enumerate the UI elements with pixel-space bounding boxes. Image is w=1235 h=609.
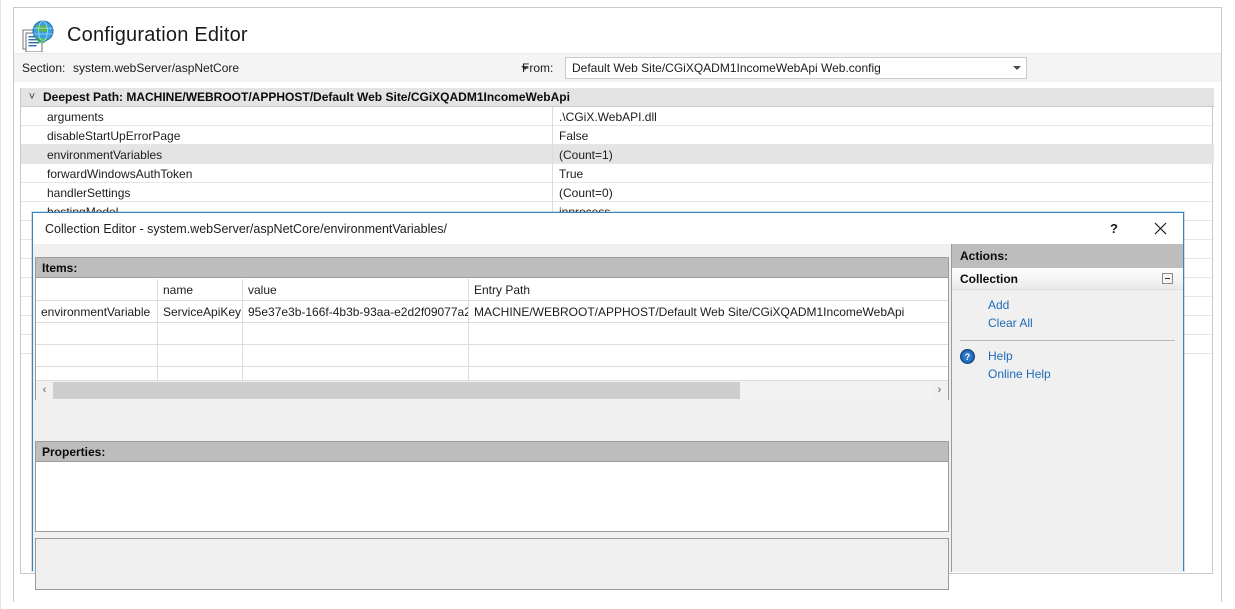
table-row[interactable]: [36, 323, 948, 345]
page-header: Configuration Editor: [14, 8, 1221, 53]
dialog-window-buttons: ?: [1091, 213, 1183, 244]
collection-editor-dialog: Collection Editor - system.webServer/asp…: [32, 212, 1184, 590]
table-row[interactable]: [36, 345, 948, 367]
section-label: Section:: [22, 61, 66, 75]
help-circle-icon: ?: [960, 349, 975, 364]
scroll-right-arrow-icon[interactable]: ›: [931, 380, 948, 400]
configuration-editor-window: Configuration Editor Section: system.web…: [0, 0, 1235, 609]
items-table-header: name value Entry Path: [36, 279, 948, 301]
help-button[interactable]: ?: [1091, 213, 1137, 244]
actions-links: Add Clear All ? Help Online Help: [952, 290, 1183, 383]
table-row[interactable]: forwardWindowsAuthToken True: [21, 164, 1214, 183]
question-mark-icon: ?: [1110, 221, 1118, 236]
table-row[interactable]: disableStartUpErrorPage False: [21, 126, 1214, 145]
cell-element[interactable]: environmentVariable: [36, 301, 158, 323]
actions-group-label: Collection: [960, 271, 1019, 286]
actions-panel: Actions: Collection Add Clear All ? Help…: [951, 244, 1183, 572]
table-row[interactable]: handlerSettings (Count=0): [21, 183, 1214, 202]
column-splitter[interactable]: [552, 145, 553, 164]
property-value[interactable]: False: [559, 129, 588, 143]
from-dropdown[interactable]: Default Web Site/CGiXQADM1IncomeWebApi W…: [565, 57, 1027, 79]
properties-caption: Properties:: [36, 442, 948, 462]
configuration-toolbar: Section: system.webServer/aspNetCore Fro…: [14, 53, 1221, 82]
scrollbar-track[interactable]: [53, 380, 931, 400]
from-label: From:: [522, 61, 554, 75]
property-value[interactable]: (Count=0): [559, 186, 613, 200]
cell-value[interactable]: [243, 323, 469, 345]
property-value[interactable]: (Count=1): [559, 148, 613, 162]
cell-element[interactable]: [36, 345, 158, 367]
property-name: handlerSettings: [47, 186, 131, 200]
window-edge-left-inner: [0, 0, 1, 609]
items-table: name value Entry Path environmentVariabl…: [36, 279, 948, 389]
property-name: environmentVariables: [47, 148, 163, 162]
cell-entry-path[interactable]: [469, 345, 948, 367]
action-help-row: ? Help Online Help: [952, 347, 1183, 383]
scroll-left-arrow-icon[interactable]: ‹: [36, 380, 53, 400]
column-header-element[interactable]: [36, 279, 158, 301]
column-splitter[interactable]: [552, 164, 553, 183]
property-name: arguments: [47, 110, 104, 124]
cell-name[interactable]: ServiceApiKey: [158, 301, 243, 323]
description-strip: [35, 538, 949, 590]
action-help-link[interactable]: Help: [952, 347, 1183, 365]
cell-element[interactable]: [36, 323, 158, 345]
table-row[interactable]: environmentVariable ServiceApiKey 95e37e…: [36, 301, 948, 323]
configuration-editor-icon: [22, 20, 60, 53]
grid-group-header-label: Deepest Path: MACHINE/WEBROOT/APPHOST/De…: [43, 90, 570, 104]
dialog-titlebar[interactable]: Collection Editor - system.webServer/asp…: [33, 213, 1183, 244]
cell-value[interactable]: [243, 345, 469, 367]
items-panel: Items: name value Entry Path environment…: [35, 257, 949, 400]
actions-caption: Actions:: [952, 244, 1183, 268]
properties-caption-label: Properties:: [42, 444, 106, 459]
page-title: Configuration Editor: [67, 24, 248, 46]
grid-group-header[interactable]: ˅ Deepest Path: MACHINE/WEBROOT/APPHOST/…: [21, 88, 1214, 107]
property-value[interactable]: .\CGiX.WebAPI.dll: [559, 110, 657, 124]
chevron-down-icon[interactable]: ˅: [21, 91, 43, 103]
scrollbar-thumb[interactable]: [53, 381, 740, 399]
column-splitter[interactable]: [552, 183, 553, 202]
action-clear-all-link[interactable]: Clear All: [952, 314, 1183, 332]
items-horizontal-scrollbar[interactable]: ‹ ›: [36, 380, 948, 400]
property-name: forwardWindowsAuthToken: [47, 167, 193, 181]
from-dropdown-value: Default Web Site/CGiXQADM1IncomeWebApi W…: [572, 61, 881, 75]
close-button[interactable]: [1137, 213, 1183, 244]
dialog-body: Items: name value Entry Path environment…: [33, 244, 1183, 590]
items-caption-label: Items:: [42, 260, 78, 275]
table-row[interactable]: arguments .\CGiX.WebAPI.dll: [21, 107, 1214, 126]
divider: [960, 340, 1175, 341]
action-add-link[interactable]: Add: [952, 296, 1183, 314]
pane-border-left: [13, 7, 14, 602]
column-splitter[interactable]: [552, 126, 553, 145]
section-dropdown-value: system.webServer/aspNetCore: [73, 61, 240, 75]
table-row[interactable]: environmentVariables (Count=1): [21, 145, 1214, 164]
section-dropdown[interactable]: system.webServer/aspNetCore: [69, 57, 534, 79]
property-name: disableStartUpErrorPage: [47, 129, 181, 143]
chevron-down-icon[interactable]: [1008, 58, 1026, 78]
svg-text:?: ?: [965, 352, 971, 362]
cell-name[interactable]: [158, 345, 243, 367]
column-header-name[interactable]: name: [158, 279, 243, 301]
items-caption: Items:: [36, 258, 948, 278]
action-online-help-link[interactable]: Online Help: [952, 365, 1183, 383]
column-header-entry-path[interactable]: Entry Path: [469, 279, 948, 301]
properties-body[interactable]: [36, 463, 948, 531]
column-splitter[interactable]: [552, 107, 553, 126]
actions-group-collection[interactable]: Collection: [952, 268, 1183, 290]
collapse-icon[interactable]: [1162, 273, 1173, 284]
pane-border-right: [1221, 7, 1222, 602]
close-icon: [1154, 222, 1166, 235]
properties-panel: Properties:: [35, 441, 949, 532]
cell-name[interactable]: [158, 323, 243, 345]
property-value[interactable]: True: [559, 167, 583, 181]
cell-entry-path[interactable]: MACHINE/WEBROOT/APPHOST/Default Web Site…: [469, 301, 948, 323]
actions-caption-label: Actions:: [960, 249, 1008, 263]
column-header-value[interactable]: value: [243, 279, 469, 301]
cell-entry-path[interactable]: [469, 323, 948, 345]
cell-value[interactable]: 95e37e3b-166f-4b3b-93aa-e2d2f09077a2: [243, 301, 469, 323]
dialog-title: Collection Editor - system.webServer/asp…: [45, 221, 448, 236]
